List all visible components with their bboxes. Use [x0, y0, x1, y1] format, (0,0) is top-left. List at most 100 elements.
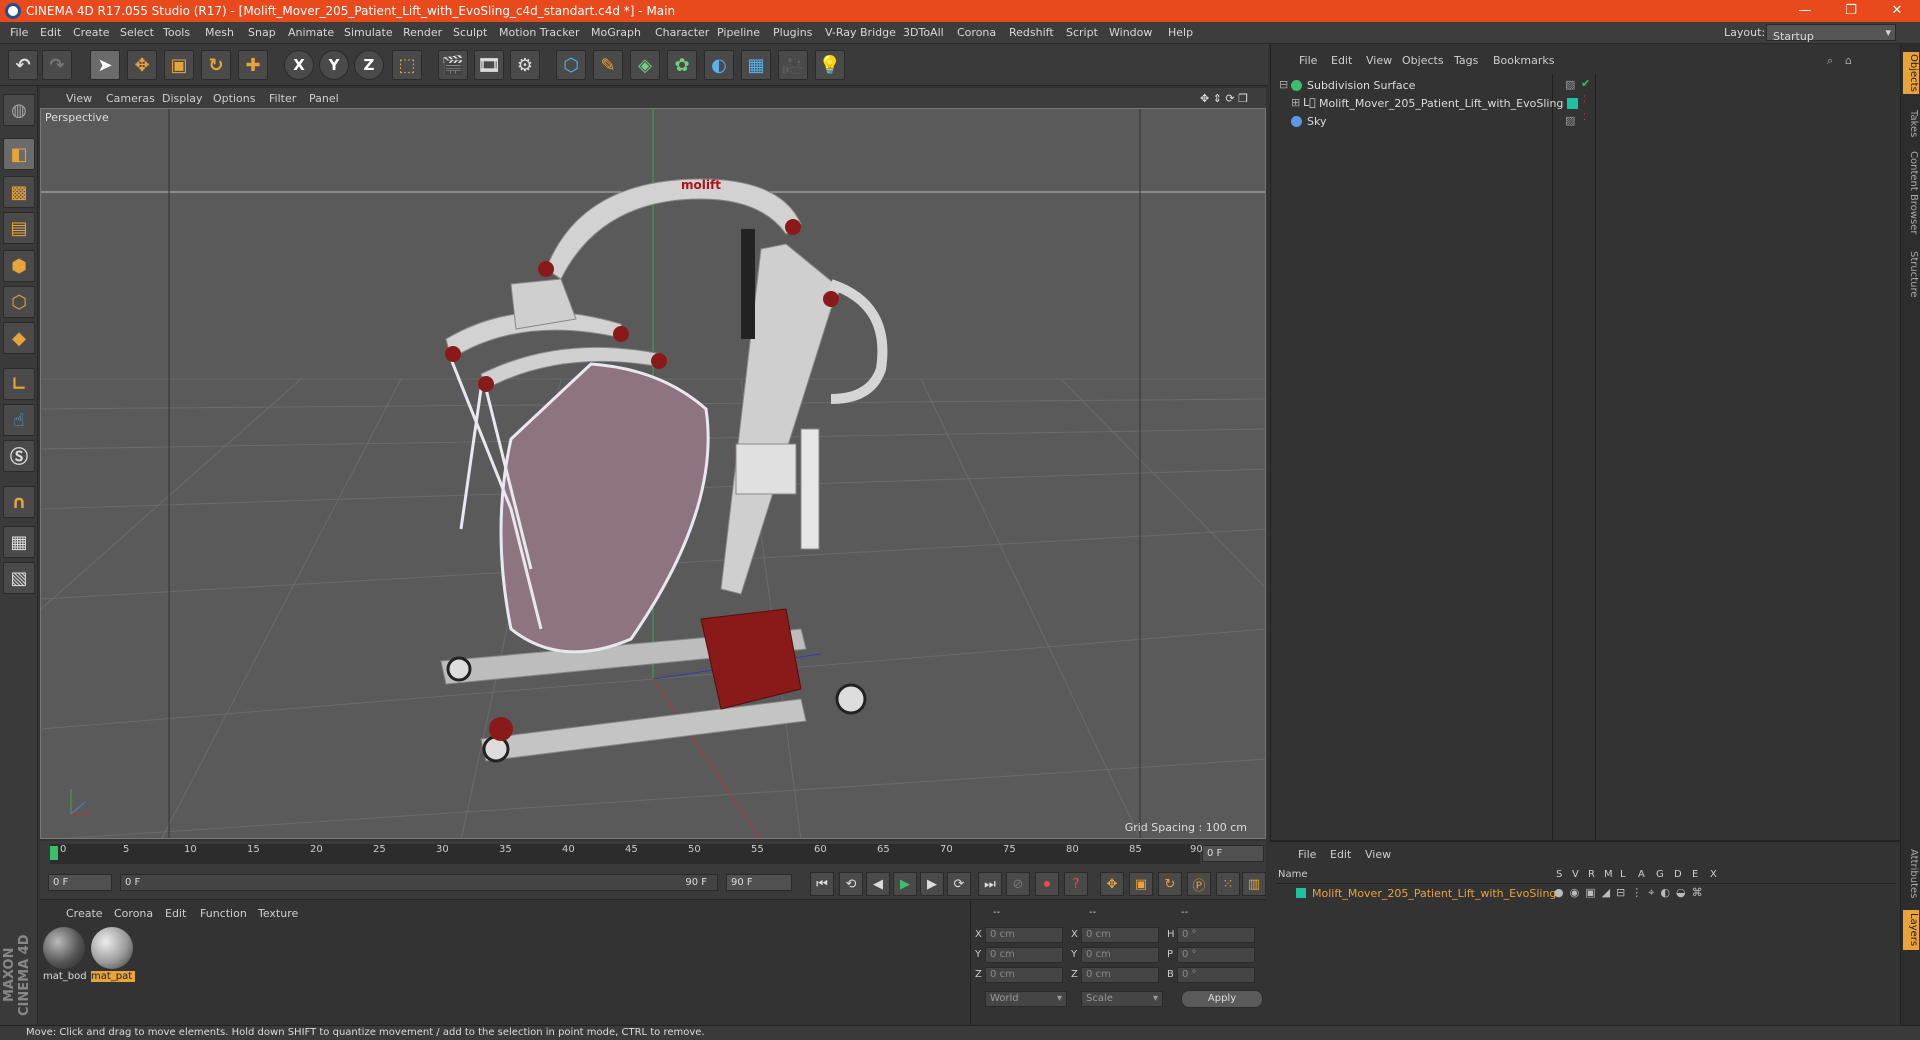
position-x-field[interactable]: 0 cm — [985, 927, 1063, 943]
size-x-field[interactable]: 0 cm — [1081, 927, 1159, 943]
recent-tool-icon[interactable]: ✚ — [238, 50, 268, 80]
mat-menu-texture[interactable]: Texture — [258, 907, 298, 920]
tab-attributes[interactable]: Attributes — [1903, 844, 1919, 904]
snap-icon[interactable]: Ⓢ — [3, 440, 35, 472]
rotate-icon[interactable]: ↻ — [201, 50, 231, 80]
axis-mode-icon[interactable]: ∟ — [3, 368, 35, 400]
object-row-lift[interactable]: ⊞ L⃞ Molift_Mover_205_Patient_Lift_with_… — [1277, 94, 1897, 112]
rotation-p-field[interactable]: 0 ° — [1177, 947, 1255, 963]
deformer-icon[interactable]: ◐ — [704, 50, 734, 80]
obj-menu-edit[interactable]: Edit — [1331, 54, 1352, 67]
menu-render[interactable]: Render — [403, 26, 442, 39]
layer-color-icon[interactable] — [1567, 98, 1578, 109]
render-picture-viewer-icon[interactable]: 🎞 — [474, 50, 504, 80]
cloner-icon[interactable]: ✿ — [667, 50, 697, 80]
rotation-h-field[interactable]: 0 ° — [1177, 927, 1255, 943]
menu-script[interactable]: Script — [1066, 26, 1098, 39]
menu-3dtoall[interactable]: 3DToAll — [903, 26, 944, 39]
texture-mode-icon[interactable]: ▩ — [3, 176, 35, 208]
planar-workplane-icon[interactable]: ▧ — [3, 562, 35, 594]
viewport-perspective[interactable]: molift Perspective Grid Spacing : 100 cm — [40, 108, 1266, 839]
menu-help[interactable]: Help — [1168, 26, 1193, 39]
menu-vray-bridge[interactable]: V-Ray Bridge — [825, 26, 896, 39]
rotation-b-field[interactable]: 0 ° — [1177, 967, 1255, 983]
menu-motion-tracker[interactable]: Motion Tracker — [499, 26, 579, 39]
previous-frame-icon[interactable]: ◀ — [866, 872, 890, 896]
x-axis-lock-icon[interactable]: X — [284, 50, 314, 80]
layer-flag-icons[interactable]: ●◉▣◢⊟⋮⌖◐◒⌘ — [1554, 886, 1709, 900]
position-y-field[interactable]: 0 cm — [985, 947, 1063, 963]
menu-tools[interactable]: Tools — [163, 26, 190, 39]
menu-select[interactable]: Select — [120, 26, 154, 39]
tab-structure[interactable]: Structure — [1903, 244, 1919, 304]
end-frame-field[interactable]: 90 F — [726, 874, 792, 891]
viewport-menu-panel[interactable]: Panel — [309, 92, 339, 105]
key-position-icon[interactable]: ✥ — [1100, 872, 1124, 896]
size-z-field[interactable]: 0 cm — [1081, 967, 1159, 983]
playhead[interactable] — [50, 846, 58, 860]
minimize-button[interactable]: — — [1782, 0, 1828, 22]
coordinate-system-icon[interactable]: ⬚ — [392, 50, 422, 80]
menu-plugins[interactable]: Plugins — [773, 26, 812, 39]
render-settings-icon[interactable]: ⚙ — [510, 50, 540, 80]
mat-menu-corona[interactable]: Corona — [114, 907, 153, 920]
render-view-icon[interactable]: 🎬 — [438, 50, 468, 80]
camera-icon[interactable]: 🎥 — [778, 50, 808, 80]
enabled-check-icon[interactable]: ✔ — [1581, 77, 1590, 90]
z-axis-lock-icon[interactable]: Z — [354, 50, 384, 80]
mat-menu-edit[interactable]: Edit — [165, 907, 186, 920]
collapse-icon[interactable]: ⊟ — [1279, 78, 1288, 91]
tab-content-browser[interactable]: Content Browser — [1903, 148, 1919, 238]
scale-dropdown[interactable]: Scale ▾ — [1081, 991, 1163, 1007]
object-row-subdivision[interactable]: ⊟ Subdivision Surface ▨ ✔ — [1277, 76, 1897, 94]
make-editable-icon[interactable]: ◍ — [3, 94, 35, 126]
move-icon[interactable]: ✥ — [127, 50, 157, 80]
mat-menu-create[interactable]: Create — [66, 907, 103, 920]
tab-takes[interactable]: Takes — [1903, 104, 1919, 144]
layer-toggle-icon[interactable]: ▨ — [1565, 114, 1575, 127]
current-frame-field[interactable]: 0 F — [1202, 845, 1264, 862]
home-icon[interactable]: ⌂ — [1845, 54, 1852, 67]
light-icon[interactable]: 💡 — [815, 50, 845, 80]
edges-mode-icon[interactable]: ⬡ — [3, 286, 35, 318]
menu-corona[interactable]: Corona — [957, 26, 996, 39]
viewport-nav-icons[interactable]: ✥ ⇕ ⟳ ❐ — [1200, 92, 1248, 105]
floor-icon[interactable]: ▦ — [741, 50, 771, 80]
menu-file[interactable]: File — [10, 26, 28, 39]
layer-color-swatch[interactable] — [1296, 888, 1306, 898]
layer-menu-file[interactable]: File — [1298, 848, 1316, 861]
layer-row[interactable]: Molift_Mover_205_Patient_Lift_with_EvoSl… — [1276, 886, 1896, 902]
menu-edit[interactable]: Edit — [40, 26, 61, 39]
previous-key-icon[interactable]: ⟲ — [839, 872, 863, 896]
pen-spline-icon[interactable]: ✎ — [593, 50, 623, 80]
start-frame-field[interactable]: 0 F — [48, 874, 112, 891]
world-dropdown[interactable]: World ▾ — [985, 991, 1067, 1007]
motion-record-icon[interactable]: ⊘ — [1006, 872, 1030, 896]
layout-dropdown[interactable]: Startup ▾ — [1766, 24, 1896, 43]
polygons-mode-icon[interactable]: ◆ — [3, 322, 35, 354]
visibility-dots-icon[interactable]: ⁚ — [1583, 95, 1586, 105]
timeline-ruler[interactable]: 0 5 10 15 20 25 30 35 40 45 50 55 60 65 … — [50, 844, 1203, 864]
y-axis-lock-icon[interactable]: Y — [319, 50, 349, 80]
object-row-sky[interactable]: Sky ▨ ⁚ — [1277, 112, 1897, 130]
menu-character[interactable]: Character — [655, 26, 709, 39]
points-mode-icon[interactable]: ⬢ — [3, 250, 35, 282]
close-button[interactable]: ✕ — [1874, 0, 1920, 22]
viewport-menu-cameras[interactable]: Cameras — [106, 92, 155, 105]
menu-mograph[interactable]: MoGraph — [591, 26, 641, 39]
key-rotation-icon[interactable]: ↻ — [1158, 872, 1182, 896]
menu-sculpt[interactable]: Sculpt — [453, 26, 487, 39]
timeline-window-icon[interactable]: ▥ — [1242, 872, 1266, 896]
redo-icon[interactable]: ↷ — [42, 50, 72, 80]
visibility-dots-icon[interactable]: ⁚ — [1583, 113, 1586, 123]
record-keyframe-icon[interactable]: ⏺ — [1035, 872, 1059, 896]
tab-objects[interactable]: Objects — [1903, 52, 1919, 94]
expand-icon[interactable]: ⊞ — [1291, 96, 1300, 109]
go-to-start-icon[interactable]: ⏮ — [810, 872, 834, 896]
menu-window[interactable]: Window — [1109, 26, 1152, 39]
viewport-menu-view[interactable]: View — [66, 92, 92, 105]
material-preview-patient[interactable] — [91, 927, 133, 969]
obj-menu-view[interactable]: View — [1366, 54, 1392, 67]
menu-mesh[interactable]: Mesh — [205, 26, 234, 39]
key-pla-icon[interactable]: ⁙ — [1216, 872, 1240, 896]
